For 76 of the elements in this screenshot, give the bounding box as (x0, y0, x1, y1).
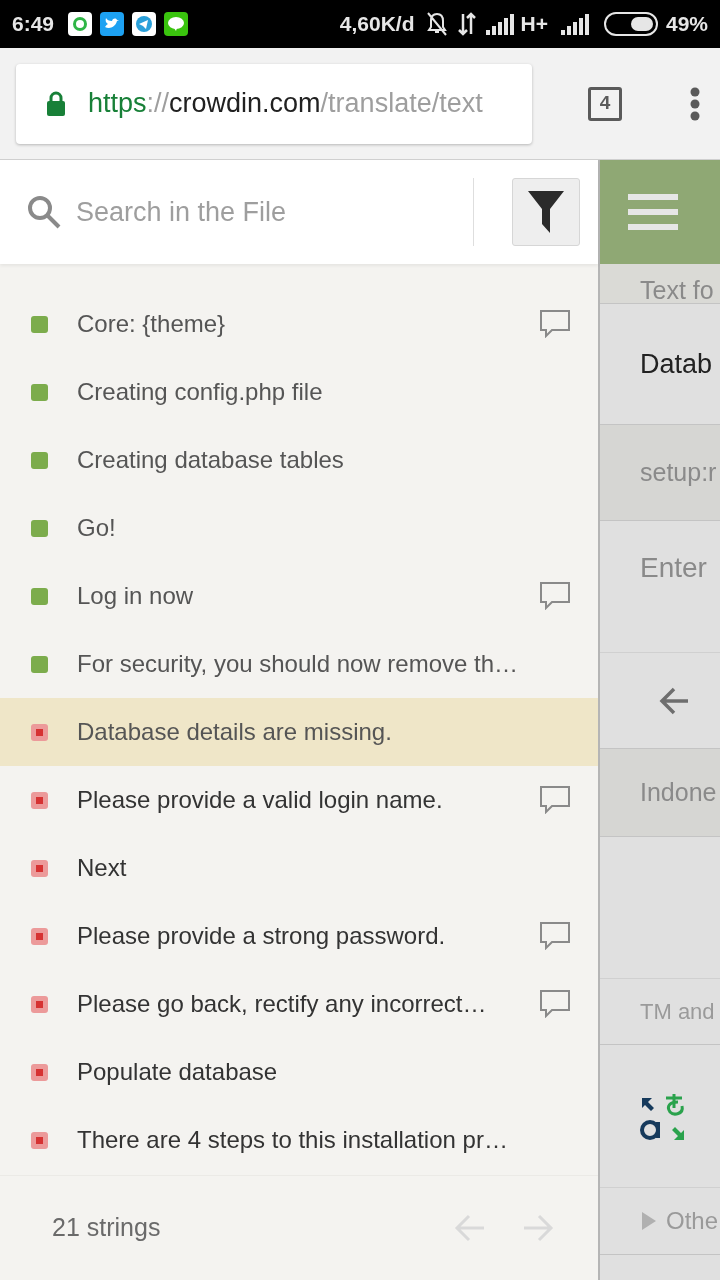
suggestions-label: TM and (640, 998, 715, 1026)
string-row[interactable]: There are 4 steps to this installation pr… (0, 1106, 598, 1174)
search-icon (26, 194, 62, 230)
signal-icon (484, 13, 515, 35)
context-text: setup:r (640, 456, 717, 488)
string-row[interactable]: Please provide a valid login name. (0, 766, 598, 834)
string-row[interactable]: Populate database (0, 1038, 598, 1106)
url-text: https://crowdin.com/translate/text (88, 87, 483, 121)
string-text: Go! (77, 513, 117, 543)
tab-count-button[interactable]: 4 (588, 86, 622, 121)
string-text: Creating database tables (77, 445, 345, 475)
comment-icon[interactable] (540, 786, 570, 814)
address-bar[interactable]: https://crowdin.com/translate/text (16, 63, 532, 144)
untranslated-status-icon (31, 859, 48, 877)
search-field[interactable]: Search in the File (0, 160, 465, 264)
untranslated-status-icon (31, 927, 48, 945)
lock-icon (46, 90, 66, 117)
string-row[interactable]: Creating database tables (0, 426, 598, 494)
translated-status-icon (31, 587, 48, 605)
string-text: There are 4 steps to this installation pr… (77, 1125, 509, 1155)
network-speed: 4,60K/d (339, 11, 415, 38)
bell-off-icon (424, 11, 449, 37)
comment-icon[interactable] (540, 922, 570, 950)
bird-app-icon (100, 12, 125, 36)
clock-time: 6:49 (12, 11, 55, 38)
data-transfer-icon (456, 12, 477, 36)
untranslated-status-icon (31, 995, 48, 1013)
source-text: Datab (640, 347, 713, 381)
menu-icon[interactable] (628, 194, 678, 230)
string-row[interactable]: Creating config.php file (0, 358, 598, 426)
translated-status-icon (31, 655, 48, 673)
filter-icon (528, 191, 564, 233)
string-text: Populate database (77, 1057, 279, 1087)
string-row[interactable]: Log in now (0, 562, 598, 630)
paper-plane-app-icon (132, 12, 157, 36)
translated-status-icon (31, 315, 48, 333)
filter-button[interactable] (512, 178, 580, 246)
comment-icon[interactable] (540, 990, 570, 1018)
section-label: Text fo (640, 278, 714, 303)
string-text: Log in now (77, 581, 195, 611)
untranslated-status-icon (31, 1063, 48, 1081)
comment-icon[interactable] (540, 310, 570, 338)
translated-status-icon (31, 451, 48, 469)
string-text: Creating config.php file (77, 377, 324, 407)
translate-icon (640, 1092, 686, 1140)
string-row[interactable]: Please go back, rectify any incorrect… (0, 970, 598, 1038)
string-row[interactable]: Database details are missing. (0, 698, 598, 766)
string-row[interactable]: Go! (0, 494, 598, 562)
string-count: 21 strings (52, 1212, 162, 1244)
string-row[interactable]: Core: {theme} (0, 290, 598, 358)
search-input[interactable]: Search in the File (76, 191, 465, 233)
battery-percent: 49% (665, 11, 708, 38)
string-text: Database details are missing. (77, 717, 393, 747)
string-text: Next (77, 853, 128, 883)
untranslated-status-icon (31, 791, 48, 809)
language-label: Indone (640, 776, 717, 808)
string-text: For security, you should now remove th… (77, 649, 520, 679)
string-text: Core: {theme} (77, 309, 227, 339)
string-row[interactable]: For security, you should now remove th… (0, 630, 598, 698)
expand-triangle-icon[interactable] (642, 1212, 656, 1230)
network-type: H+ (520, 11, 548, 38)
chat-app-icon (164, 12, 189, 36)
signal-icon (559, 13, 590, 35)
untranslated-status-icon (31, 1131, 48, 1149)
string-text: Please provide a strong password. (77, 921, 447, 951)
battery-icon (603, 12, 658, 36)
string-row[interactable]: Please provide a strong password. (0, 902, 598, 970)
string-text: Please go back, rectify any incorrect… (77, 989, 488, 1019)
translated-status-icon (31, 383, 48, 401)
overflow-menu-icon[interactable] (690, 86, 700, 121)
string-text: Please provide a valid login name. (77, 785, 444, 815)
comment-icon[interactable] (540, 582, 570, 610)
translated-status-icon (31, 519, 48, 537)
string-row[interactable]: Next (0, 834, 598, 902)
untranslated-status-icon (31, 723, 48, 741)
back-arrow-icon[interactable] (658, 685, 690, 716)
